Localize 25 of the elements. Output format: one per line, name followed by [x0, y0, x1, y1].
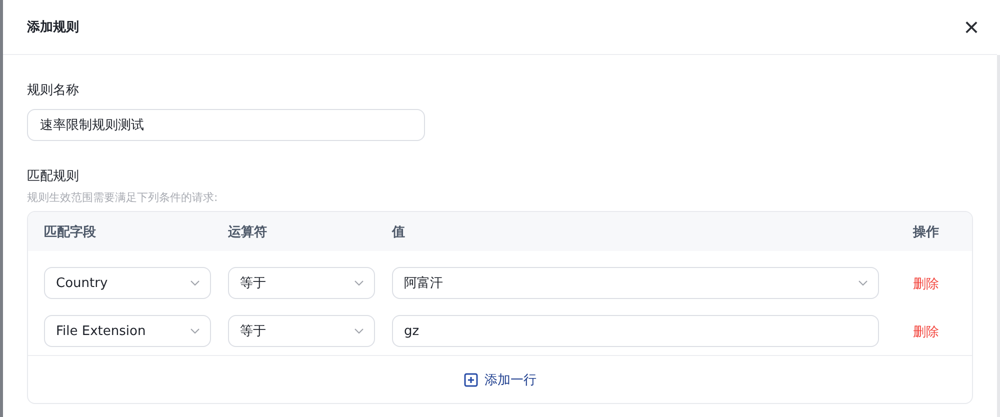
delete-link[interactable]: 删除 [913, 325, 939, 340]
column-header: 匹配字段 [44, 224, 97, 240]
section-label: 匹配规则 [27, 168, 80, 185]
column-header: 值 [392, 224, 406, 240]
operator-select[interactable]: 等于 [228, 315, 375, 347]
chevron-down-icon [190, 280, 200, 286]
chevron-down-icon [190, 328, 200, 334]
plus-square-icon [464, 372, 478, 386]
column-header: 操作 [912, 224, 940, 240]
value-select[interactable]: 阿富汗 [392, 267, 879, 299]
section-hint: 规则生效范围需要满足下列条件的请求: [27, 190, 219, 205]
chevron-down-icon [354, 280, 364, 286]
add-row-button[interactable]: 添加一行 [458, 370, 542, 390]
delete-link[interactable]: 删除 [913, 277, 939, 292]
field-select[interactable]: Country [44, 267, 211, 299]
chevron-down-icon [858, 280, 868, 286]
operator-select[interactable]: 等于 [228, 267, 375, 299]
dialog-title: 添加规则 [27, 19, 79, 36]
close-button[interactable]: × [960, 14, 983, 40]
column-header: 运算符 [228, 224, 268, 240]
chevron-down-icon [354, 328, 364, 334]
field-select[interactable]: File Extension [44, 315, 211, 347]
field-label: 规则名称 [27, 82, 80, 99]
rule-name-field[interactable]: 速率限制规则测试 [27, 109, 425, 141]
value-field[interactable]: gz [392, 315, 879, 347]
